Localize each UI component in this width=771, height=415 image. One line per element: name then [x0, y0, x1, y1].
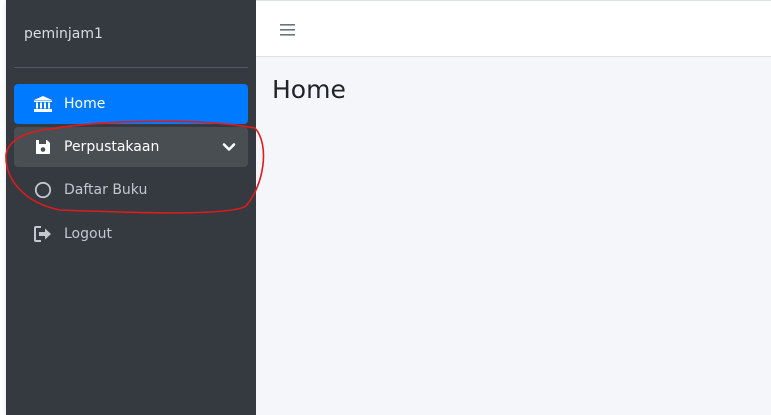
sidebar-item-label: Logout [64, 226, 112, 242]
sidebar-item-label: Perpustakaan [64, 139, 160, 155]
brand-user-name[interactable]: peminjam1 [24, 26, 103, 42]
content-area: Home [256, 57, 771, 415]
chevron-down-icon[interactable] [222, 139, 236, 153]
sign-out-icon [34, 225, 52, 243]
page-title: Home [272, 75, 346, 104]
top-navbar [256, 0, 771, 57]
brand-divider [14, 67, 248, 68]
sidebar-item-daftar-buku[interactable]: Daftar Buku [14, 170, 248, 210]
sidebar-item-label: Daftar Buku [64, 182, 148, 198]
sidebar-item-label: Home [64, 96, 106, 112]
circle-icon [34, 181, 52, 199]
sidebar-item-logout[interactable]: Logout [14, 214, 248, 254]
hamburger-icon[interactable] [280, 22, 295, 36]
floppy-disk-icon [34, 138, 52, 156]
sidebar-item-perpustakaan[interactable]: Perpustakaan [14, 127, 248, 167]
sidebar-item-home[interactable]: Home [14, 84, 248, 124]
bank-icon [34, 95, 52, 113]
sidebar: peminjam1 Home Perpustakaan Daftar Buku … [6, 0, 256, 415]
